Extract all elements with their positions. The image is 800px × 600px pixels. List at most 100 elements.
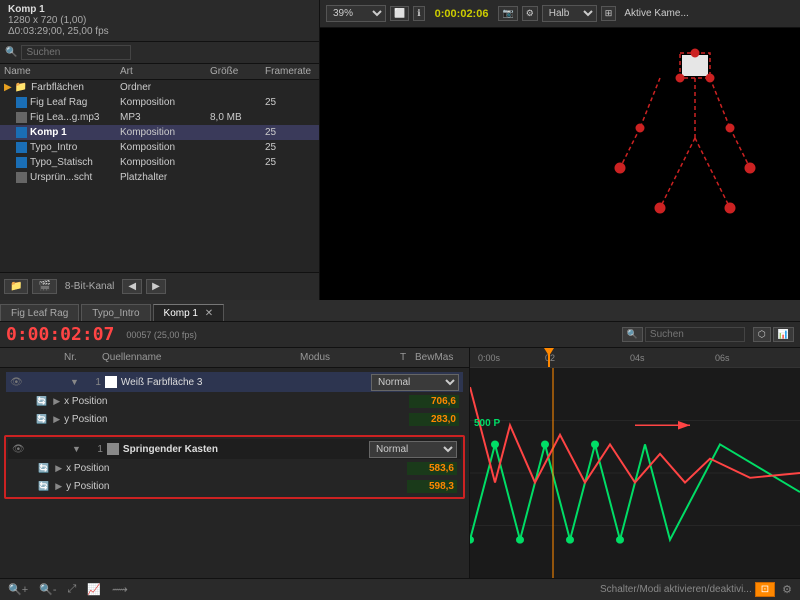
sub-layer-expand-sk-y[interactable]: ▶ (55, 481, 62, 492)
tab-close-icon[interactable]: ✕ (205, 308, 213, 319)
item-name: Typo_Intro (30, 142, 77, 153)
list-item[interactable]: Fig Lea...g.mp3 MP3 8,0 MB (0, 110, 319, 125)
bottom-tools: 🔍+ 🔍- ⤢ 📈 ⟿ Schalter/Modi aktivieren/dea… (0, 578, 800, 600)
zoom-out-button[interactable]: 🔍- (35, 581, 60, 598)
arrow-left-button[interactable]: ◀ (122, 279, 142, 294)
item-name: Fig Leaf Rag (30, 97, 87, 108)
zoom-in-button[interactable]: 🔍+ (4, 581, 32, 598)
project-resolution: 1280 x 720 (1,00) (8, 15, 86, 26)
camera-label: Aktive Kame... (624, 8, 688, 19)
item-fps: 25 (265, 97, 315, 108)
item-type: Platzhalter (120, 172, 210, 183)
sub-layer-expand[interactable]: ▶ (53, 414, 60, 425)
list-item[interactable]: Ursprün...scht Platzhalter (0, 170, 319, 185)
preview-canvas[interactable] (320, 28, 800, 300)
col-t-header: T (400, 352, 415, 363)
sub-layer-expand[interactable]: ▶ (53, 396, 60, 407)
camera-snapshot-button[interactable]: 📷 (498, 6, 517, 21)
layer-nr-sk: 1 (85, 444, 103, 455)
item-type: MP3 (120, 112, 210, 123)
fit-button[interactable]: ⬜ (390, 6, 409, 21)
layer-color-icon (105, 376, 117, 388)
item-name: Typo_Statisch (30, 157, 93, 168)
item-size: 8,0 MB (210, 112, 265, 123)
new-comp-button[interactable]: 🎬 (32, 279, 56, 294)
list-item[interactable]: ▶ 📁 Farbflächen Ordner (0, 80, 319, 95)
tl-render-button[interactable]: ⬡ (753, 327, 771, 342)
tab-bar: Fig Leaf Rag Typo_Intro Komp 1 ✕ (0, 300, 800, 322)
sub-layer-value-y-sk[interactable]: 598,3 (407, 480, 457, 493)
timeline-fps-info: 00057 (25,00 fps) (126, 330, 197, 340)
layer-item-springender[interactable]: 👁 ▼ 1 Springender Kasten Normal (8, 439, 461, 459)
sub-layer-value-x[interactable]: 706,6 (409, 395, 459, 408)
project-title: Komp 1 (8, 4, 45, 15)
comp-icon (16, 97, 27, 108)
project-toolbar: 📁 🎬 8-Bit-Kanal ◀ ▶ (0, 272, 319, 300)
graph-500p-label: 500 P (474, 418, 500, 429)
quality-select[interactable]: Halb (542, 5, 597, 22)
sub-layer-x-sk: 🔄 ▶ x Position 583,6 (8, 459, 461, 477)
project-panel: Komp 1 1280 x 720 (1,00) Δ0:03:29;00, 25… (0, 0, 320, 300)
list-item[interactable]: Komp 1 Komposition 25 (0, 125, 319, 140)
list-item[interactable]: Typo_Intro Komposition 25 (0, 140, 319, 155)
timeline-search-input[interactable] (645, 327, 745, 342)
new-folder-button[interactable]: 📁 (4, 279, 28, 294)
sub-layer-value-y[interactable]: 283,0 (409, 413, 459, 426)
graph-view-button[interactable]: 📈 (83, 581, 105, 598)
settings-button[interactable]: ⚙ (778, 581, 796, 598)
item-name: Komp 1 (30, 127, 67, 138)
list-item[interactable]: Typo_Statisch Komposition 25 (0, 155, 319, 170)
col-bewmas-header: BewMas (415, 352, 465, 363)
graph-panel[interactable]: 0:00s 02 04s 06s 500 P (470, 348, 800, 578)
arrow-right-button[interactable]: ▶ (146, 279, 166, 294)
layer-eye-icon[interactable]: 👁 (12, 444, 30, 455)
ruler-label-06: 06s (715, 353, 730, 363)
springender-kasten-group: 👁 ▼ 1 Springender Kasten Normal 🔄 ▶ (4, 435, 465, 499)
layer-expand-icon[interactable]: ▼ (70, 377, 79, 387)
comp-icon (16, 157, 27, 168)
layer-mode-select-sk[interactable]: Normal (369, 441, 457, 458)
layer-nr: 1 (83, 377, 101, 388)
tl-search-button[interactable]: 🔍 (622, 327, 643, 342)
playhead-marker[interactable] (548, 348, 550, 367)
fit-all-button[interactable]: ⤢ (63, 581, 80, 598)
col-mode-header: Modus (300, 352, 400, 363)
layer-item-weiss[interactable]: 👁 ▼ 1 Weiß Farbfläche 3 Normal (6, 372, 463, 392)
col-nr-header: Nr. (64, 352, 86, 363)
layer-mode-select-weiss[interactable]: Normal (371, 374, 459, 391)
layer-columns-header: Nr. Quellenname Modus T BewMas (0, 348, 469, 368)
layer-expand-sk[interactable]: ▼ (72, 444, 81, 454)
layer-eye-icon[interactable]: 👁 (10, 377, 28, 388)
ease-button[interactable]: ⟿ (108, 581, 132, 598)
item-type: Komposition (120, 127, 210, 138)
bit-channel-label: 8-Bit-Kanal (65, 281, 114, 292)
sub-layer-name: y Position (64, 414, 409, 425)
preview-info-button[interactable]: ℹ (413, 6, 424, 21)
layer-name-sk: Springender Kasten (123, 444, 369, 455)
ruler-label-04: 04s (630, 353, 645, 363)
preview-panel: 39% ⬜ ℹ 0:00:02:06 📷 ⚙ Halb ⊞ Aktive Kam… (320, 0, 800, 300)
comp-icon (16, 142, 27, 153)
tab-komp-1[interactable]: Komp 1 ✕ (153, 304, 225, 321)
tab-typo-intro[interactable]: Typo_Intro (81, 304, 150, 321)
placeholder-icon (16, 172, 27, 183)
sub-layer-expand-sk[interactable]: ▶ (55, 463, 62, 474)
tab-fig-leaf-rag[interactable]: Fig Leaf Rag (0, 304, 79, 321)
folder-expand-icon: ▶ (4, 82, 12, 93)
item-type: Ordner (120, 82, 210, 93)
item-fps: 25 (265, 127, 315, 138)
layer-panel: Nr. Quellenname Modus T BewMas 👁 ▼ 1 Wei… (0, 348, 470, 578)
grid-button[interactable]: ⊞ (601, 6, 617, 21)
zoom-select[interactable]: 39% (326, 5, 386, 22)
item-name: Farbflächen (31, 82, 84, 93)
item-type: Komposition (120, 157, 210, 168)
sub-layer-value-x-sk[interactable]: 583,6 (407, 462, 457, 475)
snap-button[interactable]: ⊡ (755, 582, 775, 597)
tab-label: Komp 1 (164, 308, 198, 319)
preview-settings-button[interactable]: ⚙ (522, 6, 538, 21)
project-search-input[interactable] (21, 45, 131, 60)
tl-graph-button[interactable]: 📊 (773, 327, 794, 342)
list-item[interactable]: Fig Leaf Rag Komposition 25 (0, 95, 319, 110)
folder-icon: 📁 (15, 82, 27, 93)
col-header-art: Art (120, 66, 210, 77)
